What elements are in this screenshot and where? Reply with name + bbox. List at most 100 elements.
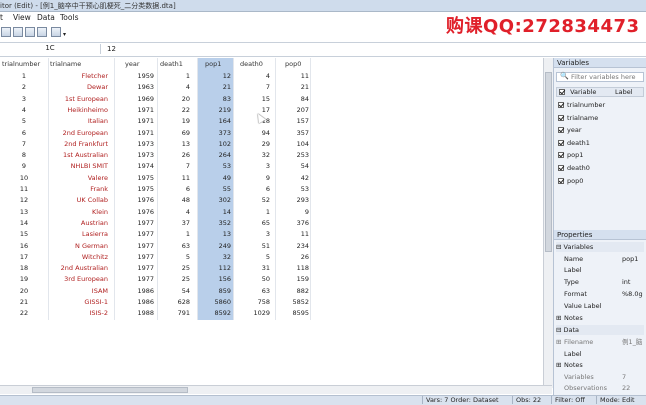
table-cell[interactable]: 376: [275, 218, 309, 229]
row-number[interactable]: 16: [0, 241, 48, 252]
table-cell[interactable]: Heikinheimo: [48, 105, 108, 116]
table-cell[interactable]: 1: [157, 229, 190, 240]
table-cell[interactable]: 1977: [114, 218, 154, 229]
menu-data[interactable]: Data: [37, 13, 55, 22]
table-cell[interactable]: 2nd European: [48, 128, 108, 139]
table-cell[interactable]: 791: [157, 308, 190, 319]
table-cell[interactable]: 25: [157, 274, 190, 285]
table-cell[interactable]: 4: [157, 82, 190, 93]
data-grid[interactable]: trialnumber trialname year death1 pop1 death0…: [0, 58, 552, 388]
row-number[interactable]: 6: [0, 128, 48, 139]
table-cell[interactable]: 17: [236, 105, 270, 116]
table-cell[interactable]: 1: [236, 207, 270, 218]
table-cell[interactable]: 12: [197, 71, 231, 82]
table-cell[interactable]: 102: [197, 139, 231, 150]
table-cell[interactable]: 357: [275, 128, 309, 139]
table-cell[interactable]: UK Collab: [48, 195, 108, 206]
table-cell[interactable]: 49: [197, 173, 231, 184]
variable-list-item[interactable]: death0: [558, 163, 590, 173]
table-cell[interactable]: 264: [197, 150, 231, 161]
column-header-death0[interactable]: death0: [240, 60, 263, 71]
table-cell[interactable]: ISIS-2: [48, 308, 108, 319]
table-cell[interactable]: 5: [236, 252, 270, 263]
chevron-down-icon[interactable]: ▾: [63, 31, 66, 38]
horizontal-scrollbar[interactable]: [0, 385, 552, 394]
table-cell[interactable]: 302: [197, 195, 231, 206]
column-header-trialnumber[interactable]: trialnumber: [2, 60, 40, 71]
table-cell[interactable]: Frank: [48, 184, 108, 195]
table-cell[interactable]: 249: [197, 241, 231, 252]
row-number[interactable]: 9: [0, 161, 48, 172]
table-cell[interactable]: 7: [236, 82, 270, 93]
prop-data-notes-row[interactable]: ⊞ Notes: [556, 360, 644, 371]
variable-checkbox[interactable]: [558, 102, 564, 108]
table-cell[interactable]: 63: [157, 241, 190, 252]
table-cell[interactable]: 1986: [114, 297, 154, 308]
prop-format-row[interactable]: Format %8.0g: [556, 289, 644, 300]
table-cell[interactable]: 4: [236, 71, 270, 82]
variable-list-item[interactable]: year: [558, 125, 582, 135]
properties-icon[interactable]: [37, 27, 47, 37]
table-cell[interactable]: 1029: [236, 308, 270, 319]
table-cell[interactable]: 8592: [197, 308, 231, 319]
variables-icon[interactable]: [25, 27, 35, 37]
table-cell[interactable]: 1974: [114, 161, 154, 172]
table-cell[interactable]: 52: [236, 195, 270, 206]
table-cell[interactable]: 1988: [114, 308, 154, 319]
table-cell[interactable]: NHLBI SMIT: [48, 161, 108, 172]
vertical-scrollbar[interactable]: [543, 58, 553, 388]
table-cell[interactable]: 48: [157, 195, 190, 206]
table-cell[interactable]: 8595: [275, 308, 309, 319]
menu-edit[interactable]: t: [0, 13, 3, 22]
table-cell[interactable]: 21: [275, 82, 309, 93]
table-cell[interactable]: 1971: [114, 105, 154, 116]
table-cell[interactable]: 859: [197, 286, 231, 297]
row-number[interactable]: 5: [0, 116, 48, 127]
table-cell[interactable]: 15: [236, 94, 270, 105]
column-header-trialname[interactable]: trialname: [50, 60, 81, 71]
table-cell[interactable]: 31: [236, 263, 270, 274]
column-header-pop1[interactable]: pop1: [205, 60, 221, 71]
filter-icon[interactable]: [51, 27, 61, 37]
table-cell[interactable]: 37: [157, 218, 190, 229]
table-cell[interactable]: 1977: [114, 274, 154, 285]
filter-variables-input[interactable]: Filter variables here: [556, 72, 644, 82]
table-cell[interactable]: 1st European: [48, 94, 108, 105]
table-cell[interactable]: 54: [157, 286, 190, 297]
table-cell[interactable]: 9: [236, 173, 270, 184]
row-number[interactable]: 8: [0, 150, 48, 161]
table-cell[interactable]: 26: [157, 150, 190, 161]
column-header-pop0[interactable]: pop0: [285, 60, 301, 71]
table-cell[interactable]: 1971: [114, 116, 154, 127]
table-cell[interactable]: 219: [197, 105, 231, 116]
table-cell[interactable]: Fletcher: [48, 71, 108, 82]
table-cell[interactable]: 65: [236, 218, 270, 229]
prop-notes-row[interactable]: ⊞ Notes: [556, 313, 644, 324]
table-cell[interactable]: 84: [275, 94, 309, 105]
table-cell[interactable]: 207: [275, 105, 309, 116]
table-cell[interactable]: 373: [197, 128, 231, 139]
variable-list-item[interactable]: pop1: [558, 150, 583, 160]
table-cell[interactable]: GISSI-1: [48, 297, 108, 308]
table-cell[interactable]: N German: [48, 241, 108, 252]
table-cell[interactable]: Witchitz: [48, 252, 108, 263]
table-cell[interactable]: 11: [275, 229, 309, 240]
table-cell[interactable]: 14: [197, 207, 231, 218]
row-number[interactable]: 22: [0, 308, 48, 319]
table-cell[interactable]: 112: [197, 263, 231, 274]
row-number[interactable]: 21: [0, 297, 48, 308]
table-cell[interactable]: 104: [275, 139, 309, 150]
table-cell[interactable]: 42: [275, 173, 309, 184]
table-cell[interactable]: 26: [275, 252, 309, 263]
table-cell[interactable]: 1st Australian: [48, 150, 108, 161]
variable-list-item[interactable]: death1: [558, 138, 590, 148]
row-number[interactable]: 12: [0, 195, 48, 206]
table-cell[interactable]: 293: [275, 195, 309, 206]
table-cell[interactable]: Austrian: [48, 218, 108, 229]
table-cell[interactable]: 5852: [275, 297, 309, 308]
table-cell[interactable]: 4: [157, 207, 190, 218]
variable-list-item[interactable]: pop0: [558, 176, 583, 186]
table-cell[interactable]: 118: [275, 263, 309, 274]
table-cell[interactable]: 69: [157, 128, 190, 139]
table-cell[interactable]: 9: [275, 207, 309, 218]
